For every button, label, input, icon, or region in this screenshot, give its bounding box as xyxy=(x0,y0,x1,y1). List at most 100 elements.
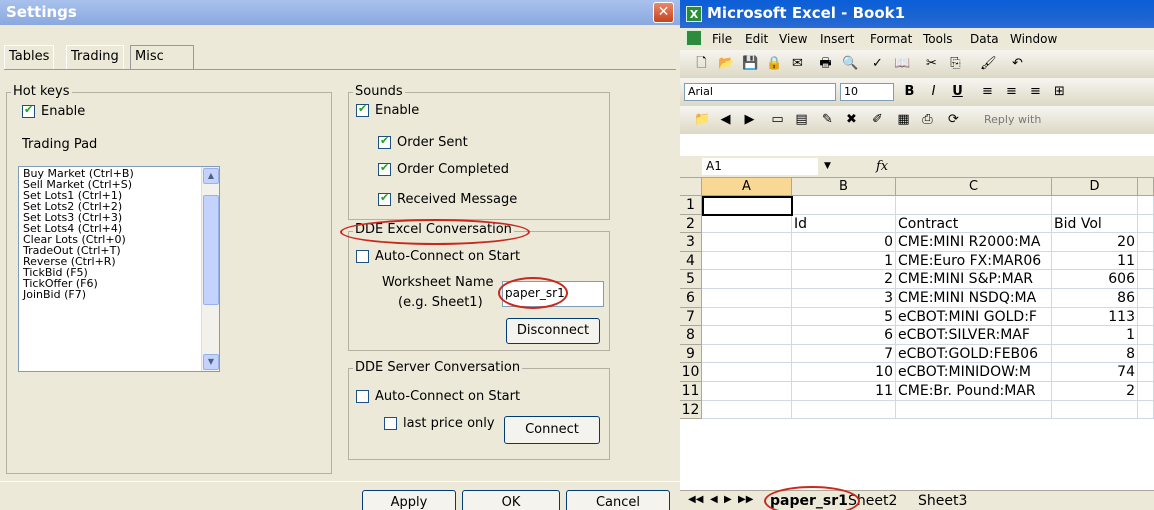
table-cell[interactable] xyxy=(1138,326,1154,345)
table-cell[interactable] xyxy=(1052,400,1138,420)
next-comment-icon[interactable]: ▶ xyxy=(742,112,757,127)
table-cell[interactable] xyxy=(702,326,792,345)
menu-format[interactable]: Format xyxy=(870,32,912,46)
table-cell[interactable]: 11 xyxy=(792,382,896,401)
row-header[interactable]: 11 xyxy=(680,382,702,401)
save-icon[interactable]: 💾 xyxy=(742,56,758,71)
table-cell[interactable]: eCBOT:GOLD:FEB06 xyxy=(896,344,1052,364)
disconnect-button[interactable]: Disconnect xyxy=(506,318,600,344)
cut-icon[interactable]: ✂ xyxy=(924,56,939,71)
table-cell[interactable]: 7 xyxy=(792,344,896,364)
table-cell[interactable]: eCBOT:SILVER:MAF xyxy=(896,326,1052,345)
bold-icon[interactable]: B xyxy=(902,84,917,99)
table-cell[interactable]: eCBOT:MINIDOW:M xyxy=(896,363,1052,382)
prev-sheet-icon[interactable]: ◀ xyxy=(710,494,718,505)
row-header[interactable]: 2 xyxy=(680,214,702,234)
table-cell[interactable]: 8 xyxy=(1052,344,1138,364)
table-cell[interactable] xyxy=(1138,307,1154,327)
table-cell[interactable] xyxy=(702,289,792,308)
table-cell[interactable]: 20 xyxy=(1052,233,1138,252)
menu-edit[interactable]: Edit xyxy=(745,32,768,46)
update-file-icon[interactable]: ⟳ xyxy=(946,112,961,127)
order-completed-checkbox[interactable]: Order Completed xyxy=(378,161,509,177)
table-cell[interactable]: 606 xyxy=(1052,270,1138,289)
connect-button[interactable]: Connect xyxy=(504,416,600,444)
table-cell[interactable]: 11 xyxy=(1052,251,1138,271)
table-cell[interactable] xyxy=(702,344,792,364)
cancel-button[interactable]: Cancel xyxy=(566,490,670,510)
delete-comment-icon[interactable]: ✖ xyxy=(844,112,859,127)
table-cell[interactable]: CME:MINI S&P:MAR xyxy=(896,270,1052,289)
trading-pad-listbox[interactable]: Buy Market (Ctrl+B) Sell Market (Ctrl+S)… xyxy=(18,166,220,372)
settings-titlebar[interactable]: Settings ✕ xyxy=(0,0,680,25)
table-cell[interactable]: 5 xyxy=(792,307,896,327)
name-box[interactable]: A1 xyxy=(702,158,818,175)
tab-misc[interactable]: Misc xyxy=(130,45,194,70)
apply-button[interactable]: Apply xyxy=(362,490,456,510)
prev-comment-icon[interactable]: ◀ xyxy=(718,112,733,127)
align-center-icon[interactable]: ≡ xyxy=(1004,84,1019,99)
listbox-scrollbar[interactable]: ▲ ▼ xyxy=(201,167,219,371)
column-header-d[interactable]: D xyxy=(1052,178,1138,196)
table-cell[interactable]: Id xyxy=(792,214,896,234)
table-cell[interactable]: 6 xyxy=(792,326,896,345)
table-cell[interactable]: 1 xyxy=(1052,326,1138,345)
table-cell[interactable] xyxy=(1138,289,1154,308)
edit-comment-icon[interactable]: ✎ xyxy=(820,112,835,127)
table-cell[interactable]: 2 xyxy=(792,270,896,289)
menu-insert[interactable]: Insert xyxy=(820,32,854,46)
table-cell[interactable] xyxy=(1138,344,1154,364)
table-cell[interactable] xyxy=(1138,196,1154,215)
open-icon[interactable]: 📂 xyxy=(718,56,734,71)
table-cell[interactable] xyxy=(702,270,792,289)
table-cell[interactable]: CME:MINI R2000:MA xyxy=(896,233,1052,252)
align-right-icon[interactable]: ≡ xyxy=(1028,84,1043,99)
table-cell[interactable]: CME:Euro FX:MAR06 xyxy=(896,251,1052,271)
spelling-icon[interactable]: ✓ xyxy=(870,56,885,71)
table-cell[interactable]: eCBOT:MINI GOLD:F xyxy=(896,307,1052,327)
table-cell[interactable]: CME:MINI NSDQ:MA xyxy=(896,289,1052,308)
row-header[interactable]: 10 xyxy=(680,363,702,382)
table-cell[interactable] xyxy=(1138,270,1154,289)
table-cell[interactable] xyxy=(702,400,792,420)
show-comment-icon[interactable]: ▭ xyxy=(770,112,785,127)
email-icon[interactable]: ✉ xyxy=(790,56,805,71)
table-cell[interactable] xyxy=(896,400,1052,420)
table-cell[interactable]: 1 xyxy=(792,251,896,271)
row-header[interactable]: 1 xyxy=(680,196,702,215)
row-header[interactable]: 3 xyxy=(680,233,702,252)
row-header[interactable]: 5 xyxy=(680,270,702,289)
workbook-icon[interactable] xyxy=(686,30,702,46)
menu-view[interactable]: View xyxy=(779,32,807,46)
tab-tables[interactable]: Tables xyxy=(4,45,55,69)
print-icon[interactable]: 🖶 xyxy=(818,56,833,71)
dde-excel-autoconnect-checkbox[interactable]: Auto-Connect on Start xyxy=(356,249,520,264)
sheet-tab-sheet3[interactable]: Sheet3 xyxy=(918,493,967,509)
row-header[interactable]: 6 xyxy=(680,289,702,308)
table-cell[interactable] xyxy=(1138,400,1154,420)
table-cell[interactable]: Bid Vol xyxy=(1052,214,1138,234)
table-cell[interactable]: 74 xyxy=(1052,363,1138,382)
menu-window[interactable]: Window xyxy=(1010,32,1057,46)
table-cell[interactable] xyxy=(702,214,792,234)
table-cell[interactable]: 3 xyxy=(792,289,896,308)
table-cell[interactable] xyxy=(1138,233,1154,252)
column-header-a[interactable]: A xyxy=(702,178,792,196)
table-cell[interactable] xyxy=(1138,382,1154,401)
scroll-up-icon[interactable]: ▲ xyxy=(203,168,219,184)
reply-with-changes-button[interactable]: Reply with xyxy=(984,113,1041,126)
last-sheet-icon[interactable]: ▶▶ xyxy=(738,494,753,505)
table-cell[interactable] xyxy=(702,233,792,252)
highlight-icon[interactable]: ▦ xyxy=(896,112,911,127)
table-cell[interactable] xyxy=(792,400,896,420)
table-cell[interactable] xyxy=(702,307,792,327)
row-header[interactable]: 4 xyxy=(680,251,702,271)
last-price-only-checkbox[interactable]: last price only xyxy=(384,416,495,431)
table-cell[interactable] xyxy=(896,196,1052,215)
format-painter-icon[interactable]: 🖌 xyxy=(980,56,997,71)
close-icon[interactable]: ✕ xyxy=(653,2,674,23)
merge-center-icon[interactable]: ⊞ xyxy=(1052,84,1067,99)
excel-titlebar[interactable]: X Microsoft Excel - Book1 xyxy=(680,0,1154,28)
table-cell[interactable] xyxy=(1138,251,1154,271)
row-header[interactable]: 9 xyxy=(680,344,702,364)
